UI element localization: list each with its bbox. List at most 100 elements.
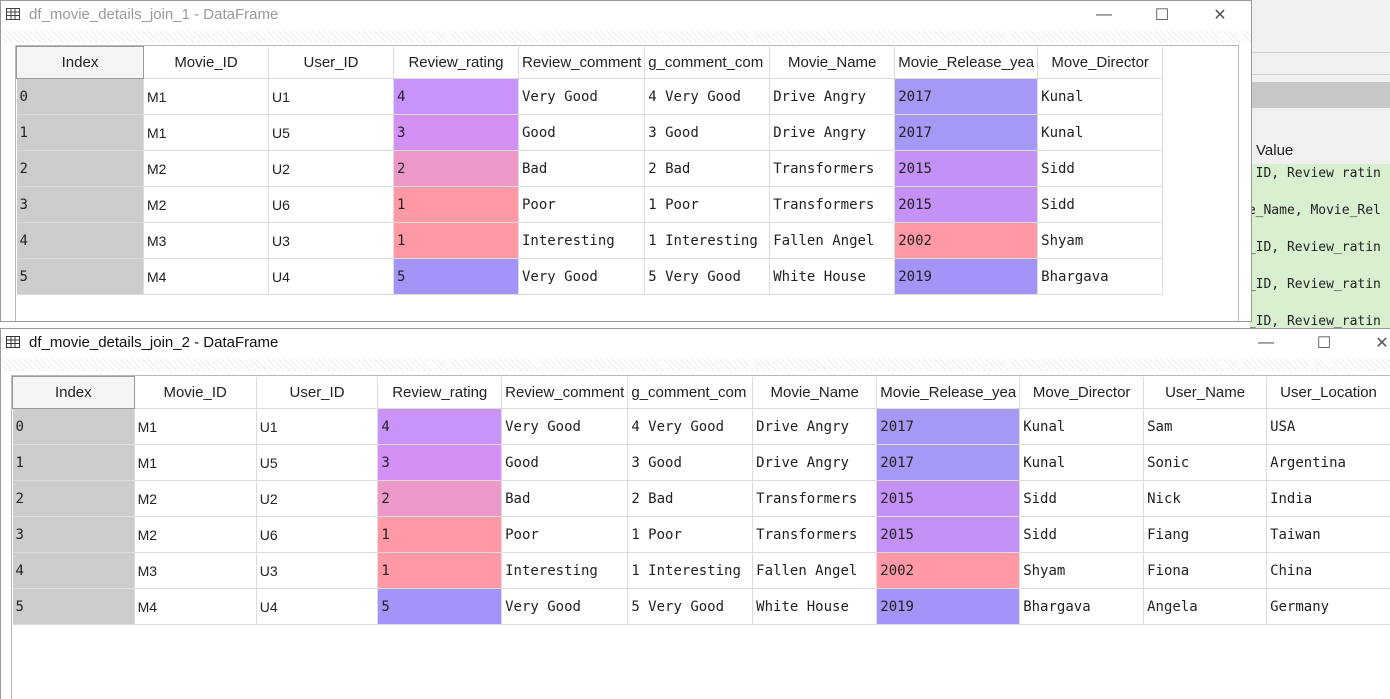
row-index-cell[interactable]: 2 — [12, 480, 135, 517]
cell-movie-id[interactable]: M2 — [143, 186, 269, 223]
cell-user-name[interactable]: Sam — [1143, 408, 1268, 445]
cell-user-location[interactable]: Taiwan — [1266, 516, 1390, 553]
cell-release-year[interactable]: 2002 — [876, 552, 1021, 589]
cell-movie-id[interactable]: M1 — [143, 114, 269, 151]
cell-review-comment[interactable]: Very Good — [501, 408, 629, 445]
cell-movie-id[interactable]: M1 — [143, 78, 269, 115]
cell-review-rating[interactable]: 1 — [377, 552, 503, 589]
cell-release-year[interactable]: 2015 — [876, 480, 1021, 517]
row-index-cell[interactable]: 4 — [16, 222, 144, 259]
cell-comment-com[interactable]: 1 Poor — [644, 186, 771, 223]
cell-user-id[interactable]: U1 — [268, 78, 394, 115]
variable-value[interactable]: r_ID, Review_ratin — [1250, 277, 1381, 292]
cell-user-location[interactable]: Argentina — [1266, 444, 1390, 481]
column-header[interactable]: User_ID — [268, 46, 394, 79]
cell-movie-name[interactable]: Fallen Angel — [752, 552, 878, 589]
minimize-button[interactable]: — — [1237, 329, 1295, 357]
column-header[interactable]: Review_rating — [393, 46, 519, 79]
cell-director[interactable]: Kunal — [1019, 444, 1145, 481]
cell-review-rating[interactable]: 2 — [377, 480, 503, 517]
cell-review-rating[interactable]: 1 — [393, 222, 519, 259]
cell-release-year[interactable]: 2017 — [894, 78, 1039, 115]
column-header[interactable]: Move_Director — [1019, 376, 1145, 409]
row-index-cell[interactable]: 0 — [12, 408, 135, 445]
cell-user-id[interactable]: U6 — [256, 516, 379, 553]
column-header[interactable]: Movie_Name — [752, 376, 878, 409]
cell-comment-com[interactable]: 3 Good — [627, 444, 754, 481]
cell-user-name[interactable]: Nick — [1143, 480, 1268, 517]
cell-review-rating[interactable]: 3 — [393, 114, 519, 151]
cell-user-id[interactable]: U2 — [256, 480, 379, 517]
cell-comment-com[interactable]: 1 Interesting — [627, 552, 754, 589]
cell-director[interactable]: Sidd — [1019, 480, 1145, 517]
cell-review-comment[interactable]: Very Good — [518, 258, 646, 295]
cell-review-comment[interactable]: Bad — [501, 480, 629, 517]
cell-director[interactable]: Kunal — [1037, 78, 1164, 115]
cell-user-name[interactable]: Sonic — [1143, 444, 1268, 481]
column-header[interactable]: Movie_Release_yea — [876, 376, 1021, 409]
row-index-cell[interactable]: 3 — [16, 186, 144, 223]
cell-user-location[interactable]: China — [1266, 552, 1390, 589]
cell-comment-com[interactable]: 2 Bad — [644, 150, 771, 187]
title-bar[interactable]: df_movie_details_join_1 - DataFrame — ☐ … — [1, 1, 1251, 29]
cell-movie-id[interactable]: M1 — [134, 408, 257, 445]
cell-director[interactable]: Kunal — [1037, 114, 1164, 151]
row-index-cell[interactable]: 4 — [12, 552, 135, 589]
cell-comment-com[interactable]: 2 Bad — [627, 480, 754, 517]
cell-user-id[interactable]: U3 — [256, 552, 379, 589]
column-header[interactable]: User_Location — [1266, 376, 1390, 409]
title-bar[interactable]: df_movie_details_join_2 - DataFrame — ☐ … — [1, 329, 1390, 357]
row-index-cell[interactable]: 5 — [16, 258, 144, 295]
cell-comment-com[interactable]: 5 Very Good — [627, 588, 754, 625]
cell-review-comment[interactable]: Interesting — [501, 552, 629, 589]
cell-director[interactable]: Bhargava — [1019, 588, 1145, 625]
cell-user-id[interactable]: U5 — [268, 114, 394, 151]
cell-user-name[interactable]: Fiang — [1143, 516, 1268, 553]
cell-comment-com[interactable]: 5 Very Good — [644, 258, 771, 295]
cell-movie-name[interactable]: Transformers — [769, 186, 896, 223]
cell-movie-name[interactable]: Transformers — [752, 516, 878, 553]
cell-user-id[interactable]: U4 — [256, 588, 379, 625]
variable-value[interactable]: r_ID, Review_ratin — [1250, 314, 1381, 329]
cell-release-year[interactable]: 2017 — [876, 444, 1021, 481]
close-button[interactable]: ✕ — [1191, 1, 1249, 29]
cell-director[interactable]: Shyam — [1037, 222, 1164, 259]
cell-review-rating[interactable]: 5 — [377, 588, 503, 625]
variable-value[interactable]: r_ID, Review_ratin — [1250, 240, 1381, 255]
cell-review-rating[interactable]: 4 — [377, 408, 503, 445]
row-index-cell[interactable]: 3 — [12, 516, 135, 553]
cell-user-name[interactable]: Angela — [1143, 588, 1268, 625]
row-index-cell[interactable]: 2 — [16, 150, 144, 187]
cell-release-year[interactable]: 2019 — [894, 258, 1039, 295]
cell-review-comment[interactable]: Interesting — [518, 222, 646, 259]
cell-movie-name[interactable]: Fallen Angel — [769, 222, 896, 259]
cell-movie-id[interactable]: M2 — [134, 480, 257, 517]
cell-user-id[interactable]: U3 — [268, 222, 394, 259]
column-header[interactable]: Movie_ID — [134, 376, 257, 409]
column-header[interactable]: Movie_Name — [769, 46, 896, 79]
cell-movie-id[interactable]: M3 — [143, 222, 269, 259]
row-index-cell[interactable]: 1 — [12, 444, 135, 481]
cell-user-id[interactable]: U5 — [256, 444, 379, 481]
column-header[interactable]: Review_comment — [518, 46, 646, 79]
cell-user-id[interactable]: U1 — [256, 408, 379, 445]
row-index-cell[interactable]: 1 — [16, 114, 144, 151]
column-header[interactable]: Movie_ID — [143, 46, 269, 79]
cell-movie-name[interactable]: Transformers — [752, 480, 878, 517]
cell-movie-name[interactable]: Drive Angry — [769, 78, 896, 115]
cell-user-id[interactable]: U6 — [268, 186, 394, 223]
row-index-cell[interactable]: 5 — [12, 588, 135, 625]
index-column-header[interactable]: Index — [16, 46, 144, 79]
cell-director[interactable]: Bhargava — [1037, 258, 1164, 295]
cell-user-location[interactable]: India — [1266, 480, 1390, 517]
cell-review-comment[interactable]: Very Good — [501, 588, 629, 625]
cell-movie-name[interactable]: White House — [752, 588, 878, 625]
column-header[interactable]: Movie_Release_yea — [894, 46, 1039, 79]
cell-review-comment[interactable]: Good — [518, 114, 646, 151]
row-index-cell[interactable]: 0 — [16, 78, 144, 115]
cell-movie-id[interactable]: M4 — [134, 588, 257, 625]
minimize-button[interactable]: — — [1075, 1, 1133, 29]
column-header[interactable]: g_comment_com — [627, 376, 754, 409]
cell-release-year[interactable]: 2015 — [876, 516, 1021, 553]
cell-director[interactable]: Sidd — [1019, 516, 1145, 553]
